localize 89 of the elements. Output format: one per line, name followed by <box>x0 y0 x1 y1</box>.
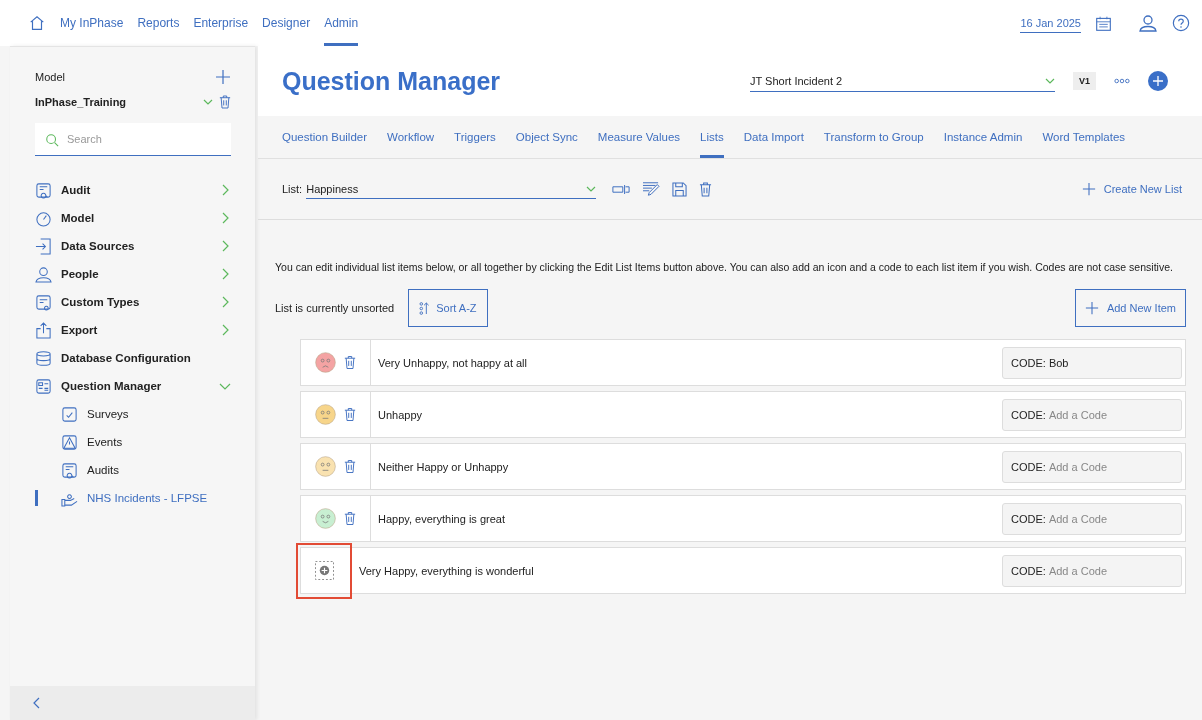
audit-icon <box>61 461 78 479</box>
sidebar-subitem[interactable]: NHS Incidents - LFPSE <box>87 492 208 504</box>
search-field[interactable]: Search <box>35 123 231 156</box>
face-icon[interactable] <box>315 352 336 373</box>
form-icon <box>35 377 52 395</box>
list-item-text[interactable]: Very Unhappy, not happy at all <box>371 356 1002 369</box>
sidebar-subitem[interactable]: Surveys <box>87 408 129 420</box>
tab[interactable]: Measure Values <box>597 116 681 158</box>
trash-icon[interactable] <box>344 407 356 422</box>
add-item-button[interactable]: Add New Item <box>1074 289 1186 327</box>
rename-icon[interactable] <box>612 182 631 196</box>
sidebar-subitem[interactable]: Audits <box>87 464 119 476</box>
code-field[interactable]: CODE: Add a Code <box>1002 398 1182 431</box>
page-title: Question Manager <box>282 66 502 96</box>
save-icon[interactable] <box>672 181 688 197</box>
tab[interactable]: Word Templates <box>1042 116 1126 158</box>
help-icon[interactable] <box>1172 14 1190 32</box>
model-label: Model <box>35 71 65 83</box>
face-icon[interactable] <box>315 456 336 477</box>
trash-icon[interactable] <box>344 511 356 526</box>
code-field[interactable]: CODE: Add a Code <box>1002 554 1182 587</box>
date-field[interactable]: 16 Jan 2025 <box>1020 13 1081 33</box>
collapse-icon[interactable] <box>32 697 40 709</box>
tab[interactable]: Object Sync <box>515 116 578 158</box>
more-icon[interactable] <box>1114 78 1130 84</box>
face-icon[interactable] <box>315 508 336 529</box>
sort-button[interactable]: Sort A-Z <box>408 289 488 327</box>
list-select[interactable]: Happiness <box>306 179 597 199</box>
tab[interactable]: Question Builder <box>282 116 368 158</box>
trash-icon[interactable] <box>344 355 356 370</box>
tab[interactable]: Transform to Group <box>823 116 924 158</box>
nav-link[interactable]: Enterprise <box>193 0 249 46</box>
plus-icon <box>1081 182 1096 196</box>
trash-icon[interactable] <box>699 181 713 197</box>
plus-icon <box>1084 301 1099 315</box>
audit-icon <box>35 181 52 199</box>
sidebar-item[interactable]: Database Configuration <box>61 352 231 364</box>
person-icon <box>35 265 52 283</box>
export-icon <box>35 321 52 339</box>
warning-icon <box>61 433 78 451</box>
sidebar-item[interactable]: Data Sources <box>61 240 210 252</box>
sidebar-item[interactable]: Export <box>61 324 210 336</box>
tab[interactable]: Lists <box>700 116 724 158</box>
nav-link[interactable]: Reports <box>137 0 180 46</box>
sidebar-item[interactable]: Custom Types <box>61 296 210 308</box>
add-icon[interactable] <box>215 69 231 85</box>
chevron-down-icon <box>1045 77 1055 84</box>
sidebar-item[interactable]: Audit <box>61 184 210 196</box>
code-field[interactable]: CODE: Bob <box>1002 346 1182 379</box>
tab[interactable]: Workflow <box>387 116 435 158</box>
edit-list-icon[interactable] <box>642 181 661 197</box>
trash-icon[interactable] <box>344 459 356 474</box>
list-item-text[interactable]: Happy, everything is great <box>371 512 1002 525</box>
form-select[interactable]: JT Short Incident 2 <box>750 70 1055 92</box>
search-icon <box>45 133 59 147</box>
model-select[interactable]: InPhase_Training <box>35 96 127 108</box>
add-icon[interactable] <box>1148 71 1168 91</box>
list-item-text[interactable]: Very Happy, everything is wonderful <box>352 564 1002 577</box>
gauge-icon <box>35 209 52 227</box>
sidebar-item[interactable]: Model <box>61 212 210 224</box>
code-field[interactable]: CODE: Add a Code <box>1002 450 1182 483</box>
add-icon <box>314 561 334 580</box>
import-icon <box>35 237 52 255</box>
list-item-text[interactable]: Neither Happy or Unhappy <box>371 460 1002 473</box>
calendar-icon[interactable] <box>1095 14 1112 32</box>
info-text: You can edit individual list items below, or all together by clicking the Edit List Items button above. You can also add an icon and a code to each list item if you wish. Codes are not case sensitive. <box>275 260 1174 275</box>
user-icon[interactable] <box>1138 13 1158 33</box>
tab[interactable]: Triggers <box>454 116 496 158</box>
sort-status: List is currently unsorted <box>275 302 395 314</box>
tab[interactable]: Instance Admin <box>943 116 1023 158</box>
sidebar-subitem[interactable]: Events <box>87 436 123 448</box>
code-field[interactable]: CODE: Add a Code <box>1002 502 1182 535</box>
add-icon-slot[interactable] <box>296 542 352 599</box>
sort-icon <box>419 301 431 315</box>
sidebar-item[interactable]: Question Manager <box>61 380 210 392</box>
sidebar-item[interactable]: People <box>61 268 210 280</box>
trash-icon[interactable] <box>219 95 231 109</box>
create-list-button[interactable]: Create New List <box>1077 178 1186 200</box>
list-label: List: <box>282 183 303 195</box>
home-icon[interactable] <box>28 14 46 32</box>
tab[interactable]: Data Import <box>743 116 804 158</box>
version-badge: V1 <box>1073 72 1096 90</box>
chevron-down-icon <box>586 185 597 192</box>
nav-link[interactable]: Designer <box>262 0 311 46</box>
list-item-text[interactable]: Unhappy <box>371 408 1002 421</box>
chevron-down-icon[interactable] <box>203 99 213 105</box>
nav-link[interactable]: My InPhase <box>60 0 124 46</box>
face-icon[interactable] <box>315 404 336 425</box>
database-icon <box>35 349 52 367</box>
